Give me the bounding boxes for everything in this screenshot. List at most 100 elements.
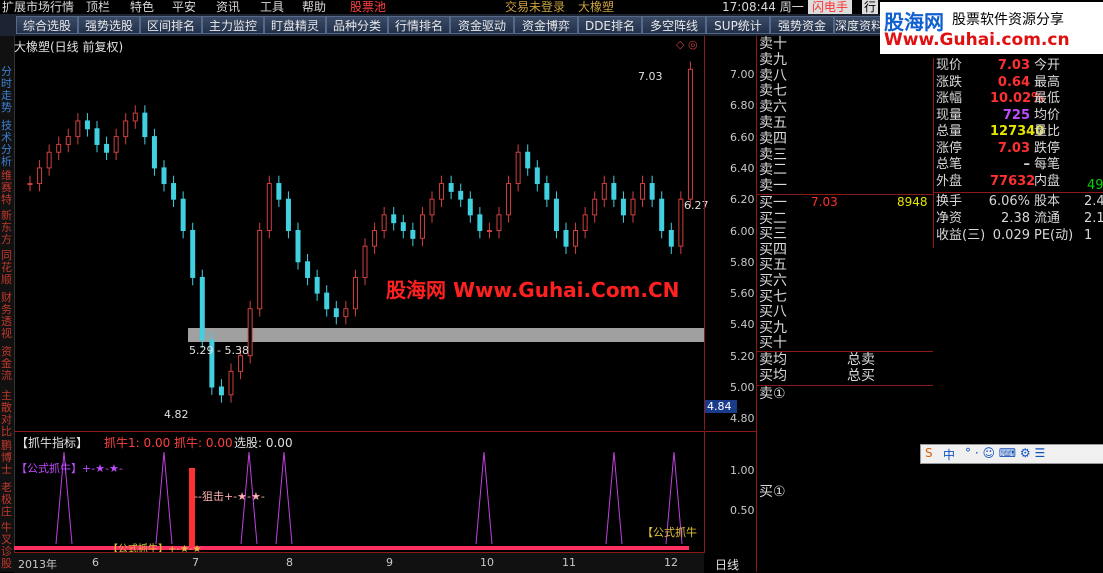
candle-body	[410, 230, 416, 239]
candle-body	[419, 214, 425, 239]
toolbar-fund-game[interactable]: 资金博弈	[514, 16, 578, 34]
flash-trade-button[interactable]: 闪电手	[808, 0, 853, 14]
indicator-spike	[475, 451, 493, 545]
price-axis-tick: 6.60	[730, 130, 755, 144]
toolbar-strong-selection[interactable]: 强势选股	[78, 16, 140, 34]
indicator-name[interactable]: 【抓牛指标】	[16, 434, 88, 451]
ime-icons[interactable]: ° · ☺ ⌨ ⚙ ☰	[965, 446, 1045, 460]
tab-technical[interactable]: 技术分析	[0, 120, 13, 168]
buy-level-label: 买九	[759, 319, 787, 336]
range-band	[188, 328, 704, 342]
price-axis-tick: 5.80	[730, 255, 755, 269]
candle-body	[94, 128, 100, 145]
toolbar-strong-funds[interactable]: 强势资金	[770, 16, 834, 34]
quote-value: –	[1023, 157, 1031, 172]
tab-niucha[interactable]: 牛叉诊股	[0, 522, 13, 570]
candle-body	[448, 183, 454, 192]
sell-level-label: 卖六	[759, 99, 787, 116]
tab-main-retail[interactable]: 主散对比	[0, 390, 13, 438]
buy1-volume: 8948	[897, 195, 928, 209]
candle-body	[343, 308, 349, 318]
candle-body	[228, 370, 234, 396]
menu-stock-pool[interactable]: 股票池	[350, 0, 386, 14]
menu-features[interactable]: 特色	[130, 0, 154, 14]
price-axis-tick: 6.40	[730, 161, 755, 175]
order-book: 卖十 卖九 卖八 卖七 卖六 卖五 卖四 卖三 卖二 卖一 买一 买二 买三 买四 买五 买六 买七 买八 买九买…	[756, 36, 933, 572]
chart-options-icon[interactable]: ◇ ◎	[676, 38, 698, 51]
indicator-selection: 选股: 0.00	[234, 436, 293, 450]
candle-body	[400, 222, 406, 232]
price-axis-tick: 6.80	[730, 99, 755, 113]
toolbar-fund-drive[interactable]: 资金驱动	[450, 16, 514, 34]
indicator-spike	[155, 451, 173, 545]
toolbar-deep-data[interactable]: 深度资料	[834, 16, 882, 34]
price-axis-tick: 5.60	[730, 287, 755, 301]
tab-laojizhuang[interactable]: 老极庄	[0, 482, 13, 518]
indicator-panel[interactable]: 【抓牛指标】 抓牛1: 0.00 抓牛: 0.00 选股: 0.00 【公式抓牛…	[14, 431, 704, 555]
indicator-label-snipe: --狙击+-★-★-	[194, 490, 265, 503]
toolbar-long-short[interactable]: 多空阵线	[642, 16, 706, 34]
toolbar-quote-ranking[interactable]: 行情排名	[388, 16, 450, 34]
toolbar-comprehensive-selection[interactable]: 综合选股	[16, 16, 78, 34]
month-label: 8	[286, 556, 293, 569]
buy1-price: 7.03	[811, 195, 838, 209]
candle-body	[506, 183, 512, 216]
candle-body	[515, 151, 521, 185]
buy-level-label: 买三	[759, 226, 787, 243]
tab-pengboshi[interactable]: 鹏博士	[0, 440, 13, 476]
avg-sell-label: 卖均	[759, 352, 787, 368]
candlestick-chart[interactable]: 大橡塑(日线 前复权) ◇ ◎ 7.03 4.82 5.29 - 5.38 6.…	[14, 36, 709, 430]
candle-body	[640, 183, 646, 200]
candle-body	[180, 198, 186, 231]
time-axis: 2013年 6 7 8 9 10 11 12	[14, 552, 704, 573]
menu-extended-market[interactable]: 扩展市场行情	[2, 0, 74, 14]
quote-panel: 现价 7.03 今开 涨跌 0.64 最高 涨幅 10.02% 最低 现量 725 均价 总量 12734…	[933, 58, 1103, 248]
month-label: 6	[92, 556, 99, 569]
tab-weisaite[interactable]: 维赛特	[0, 170, 13, 206]
sell-level-label: 卖五	[759, 115, 787, 131]
month-label: 11	[562, 556, 576, 569]
quote-label: 股本	[1034, 194, 1061, 209]
buy-level-label: 买五	[759, 257, 787, 274]
menu-pingan[interactable]: 平安	[172, 0, 196, 14]
menu-help[interactable]: 帮助	[302, 0, 326, 14]
menu-top-bar[interactable]: 顶栏	[86, 0, 110, 14]
quote-value: 7.03	[997, 58, 1030, 73]
toolbar-dde-ranking[interactable]: DDE排名	[578, 16, 642, 34]
high-annotation: 7.03	[638, 70, 663, 83]
period-label[interactable]: 日线	[715, 556, 739, 573]
candle-body	[525, 151, 531, 169]
candle-body	[458, 190, 464, 200]
tab-fund-flow[interactable]: 资金流	[0, 346, 13, 382]
menu-more[interactable]: 行	[862, 0, 879, 14]
candle-body	[467, 198, 473, 216]
quote-value: 2.4	[1084, 194, 1103, 209]
ime-toolbar[interactable]: S 中 ° · ☺ ⌨ ⚙ ☰	[920, 444, 1103, 464]
logo-tagline: 股票软件资源分享	[952, 12, 1064, 28]
buy-level-label: 买二	[759, 210, 787, 227]
candle-body	[123, 120, 129, 138]
candle-body	[199, 276, 205, 341]
sell-level-label: 卖四	[759, 130, 787, 147]
toolbar-main-monitor[interactable]: 主力监控	[202, 16, 264, 34]
candle-body	[190, 230, 196, 278]
toolbar-watch-wizard[interactable]: 盯盘精灵	[264, 16, 326, 34]
tab-intraday[interactable]: 分时走势	[0, 66, 13, 114]
menu-tools[interactable]: 工具	[260, 0, 284, 14]
toolbar-category[interactable]: 品种分类	[326, 16, 388, 34]
ime-mode[interactable]: 中	[943, 446, 955, 463]
quote-label: 收益(三)	[936, 228, 986, 243]
toolbar-range-ranking[interactable]: 区间排名	[140, 16, 202, 34]
quote-label: 总量	[936, 124, 963, 139]
tab-new-oriental[interactable]: 新东方	[0, 210, 13, 246]
candle-body	[37, 167, 43, 185]
price-axis-tick: 5.20	[730, 349, 755, 363]
guhai-logo: 股海网 股票软件资源分享 Www.Guhai.com.cn	[880, 2, 1103, 54]
tab-tonghuashun[interactable]: 同花顺	[0, 250, 13, 286]
candle-body	[582, 214, 588, 232]
toolbar-sup-stats[interactable]: SUP统计	[706, 16, 770, 34]
buy-level-label: 买四	[759, 241, 787, 258]
menu-news[interactable]: 资讯	[216, 0, 240, 14]
tab-finance[interactable]: 财务透视	[0, 292, 13, 340]
quote-label: 每笔	[1034, 157, 1061, 172]
